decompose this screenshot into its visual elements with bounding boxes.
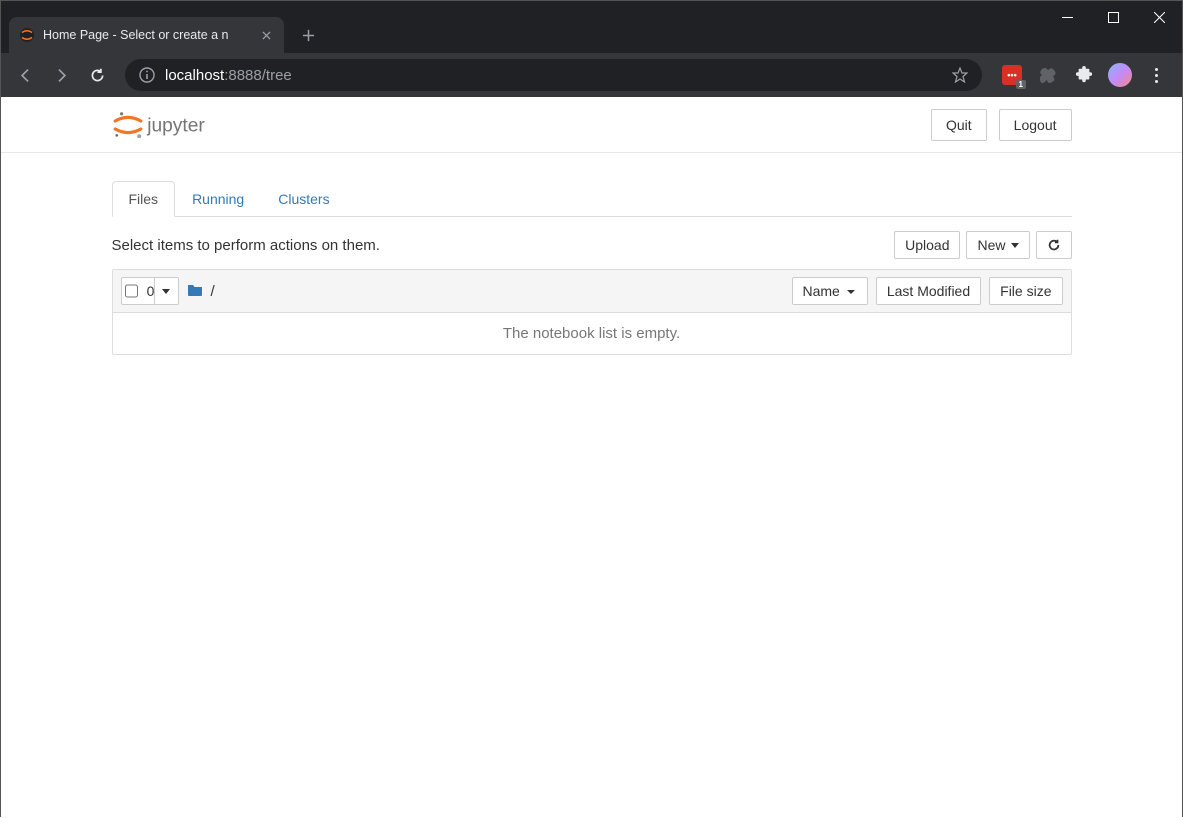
url-text: localhost:8888/tree — [165, 67, 942, 84]
select-all-input[interactable] — [125, 284, 138, 298]
jupyter-logo-text: jupyter — [146, 115, 205, 136]
notebook-list-header: 0 / Name Last Modified — [113, 270, 1071, 313]
site-info-icon[interactable] — [139, 67, 155, 83]
extension-generic-icon[interactable] — [1036, 63, 1060, 87]
refresh-button[interactable] — [1036, 231, 1072, 259]
extension-badge: 1 — [1016, 80, 1026, 89]
arrow-down-icon — [845, 283, 857, 299]
nav-reload-button[interactable] — [81, 59, 113, 91]
tab-close-button[interactable] — [258, 27, 274, 43]
jupyter-body: Files Running Clusters Select items to p… — [112, 153, 1072, 355]
logout-button[interactable]: Logout — [999, 109, 1072, 141]
sort-size-button[interactable]: File size — [989, 277, 1062, 305]
jupyter-header: jupyter Quit Logout — [1, 97, 1182, 153]
breadcrumb-root[interactable]: / — [211, 283, 215, 300]
jupyter-tabs: Files Running Clusters — [112, 181, 1072, 217]
window-close-button[interactable] — [1136, 1, 1182, 33]
window-maximize-button[interactable] — [1090, 1, 1136, 33]
url-host: localhost — [165, 67, 224, 84]
action-row: Select items to perform actions on them.… — [112, 231, 1072, 259]
address-bar[interactable]: localhost:8888/tree — [125, 59, 982, 91]
browser-toolbar: localhost:8888/tree •••1 — [1, 53, 1182, 97]
tab-clusters[interactable]: Clusters — [261, 181, 346, 217]
caret-down-icon — [1011, 243, 1019, 248]
sort-name-button[interactable]: Name — [792, 277, 868, 305]
extensions-menu-icon[interactable] — [1072, 63, 1096, 87]
bookmark-star-icon[interactable] — [952, 67, 968, 83]
new-tab-button[interactable] — [294, 21, 322, 49]
jupyter-logo[interactable]: jupyter — [112, 109, 240, 141]
sort-modified-button[interactable]: Last Modified — [876, 277, 981, 305]
nav-back-button[interactable] — [9, 59, 41, 91]
new-button-label: New — [977, 237, 1005, 253]
extensions-area: •••1 — [994, 63, 1174, 87]
tab-strip: Home Page - Select or create a n — [1, 1, 322, 53]
browser-titlebar: Home Page - Select or create a n — [1, 1, 1182, 53]
quit-button[interactable]: Quit — [931, 109, 987, 141]
browser-tab[interactable]: Home Page - Select or create a n — [9, 17, 284, 53]
select-menu-dropdown[interactable] — [154, 278, 178, 304]
tab-running[interactable]: Running — [175, 181, 261, 217]
tab-files[interactable]: Files — [112, 181, 176, 217]
caret-down-icon — [162, 289, 170, 294]
window-minimize-button[interactable] — [1044, 1, 1090, 33]
col-name-label: Name — [803, 283, 840, 299]
window-controls — [1044, 1, 1182, 33]
jupyter-favicon — [19, 27, 35, 43]
upload-button[interactable]: Upload — [894, 231, 960, 259]
action-hint-text: Select items to perform actions on them. — [112, 237, 380, 254]
tab-title: Home Page - Select or create a n — [43, 28, 250, 42]
empty-list-message: The notebook list is empty. — [113, 313, 1071, 354]
profile-avatar[interactable] — [1108, 63, 1132, 87]
select-all-checkbox[interactable]: 0 — [122, 281, 154, 301]
page-viewport: jupyter Quit Logout Files Running Cluste… — [1, 97, 1182, 818]
new-dropdown-button[interactable]: New — [966, 231, 1029, 259]
folder-icon[interactable] — [187, 282, 203, 301]
nav-forward-button[interactable] — [45, 59, 77, 91]
notebook-list: 0 / Name Last Modified — [112, 269, 1072, 355]
url-path: :8888/tree — [224, 67, 292, 84]
select-group: 0 — [121, 277, 179, 305]
chrome-menu-button[interactable] — [1144, 68, 1168, 83]
extension-lastpass-icon[interactable]: •••1 — [1000, 63, 1024, 87]
